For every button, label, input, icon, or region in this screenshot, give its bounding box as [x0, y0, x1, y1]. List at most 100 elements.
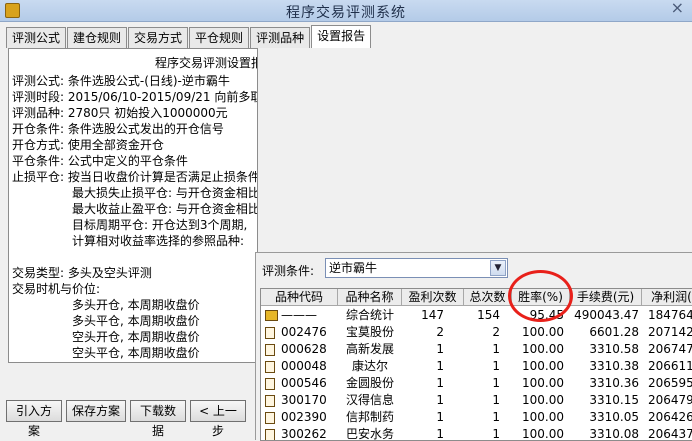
report-line: 平仓条件: 公式中定义的平仓条件 [12, 154, 188, 168]
document-icon [265, 327, 275, 339]
cell-wins: 1 [436, 359, 444, 373]
cell-rate: 100.00 [522, 376, 564, 390]
cell-profit: 1847644. [648, 308, 692, 322]
tab-open-rules[interactable]: 建仓规则 [67, 27, 128, 48]
cell-rate: 100.00 [522, 359, 564, 373]
cell-total: 1 [492, 342, 500, 356]
cell-profit: 207142 [648, 325, 692, 339]
condition-select[interactable]: 逆市霸牛 ▼ [325, 258, 508, 278]
cell-fee: 3310.08 [589, 427, 639, 441]
cell-fee: 3310.05 [589, 410, 639, 424]
cell-code: 000048 [281, 359, 327, 373]
table-row[interactable]: 000048 康达尔 1 1 100.00 3310.38 206611 [261, 358, 692, 375]
report-line: 评测时段: 2015/06/10-2015/09/21 向前多取100个数据用于… [12, 90, 257, 104]
col-name[interactable]: 品种名称 [338, 289, 402, 306]
save-plan-button[interactable]: 保存方案 [66, 400, 126, 422]
cell-code: 000546 [281, 376, 327, 390]
col-wins[interactable]: 盈利次数 [402, 289, 464, 306]
bottom-toolbar: 引入方案 保存方案 下载数据 < 上一步 [6, 400, 250, 438]
report-line: 评测品种: 2780只 初始投入1000000元 [12, 106, 228, 120]
cell-code: 002390 [281, 410, 327, 424]
cell-wins: 1 [436, 410, 444, 424]
close-icon[interactable]: × [671, 0, 684, 17]
cell-wins: 1 [436, 427, 444, 441]
tab-report[interactable]: 设置报告 [311, 25, 372, 48]
cell-profit: 206595 [648, 376, 692, 390]
report-line: 最大收益止盈平仓: 与开仓资金相比收益达到10%, 则全部数量平仓 [72, 202, 258, 216]
document-icon [265, 361, 275, 373]
cell-rate: 100.00 [522, 393, 564, 407]
col-code[interactable]: 品种代码 [261, 289, 338, 306]
cell-wins: 147 [421, 308, 444, 322]
cell-code: 002476 [281, 325, 327, 339]
report-line: 多头开仓, 本周期收盘价 [72, 298, 200, 312]
title-bar: 程序交易评测系统 × [0, 0, 692, 22]
report-line: 止损平仓: 按当日收盘价计算是否满足止损条件, 按本周期收盘价平仓 [12, 170, 258, 184]
cell-fee: 3310.15 [589, 393, 639, 407]
table-row[interactable]: 000546 金圆股份 1 1 100.00 3310.36 206595 [261, 375, 692, 392]
report-line: 开仓方式: 使用全部资金开仓 [12, 138, 164, 152]
cell-total: 1 [492, 393, 500, 407]
download-data-button[interactable]: 下载数据 [130, 400, 186, 438]
table-row[interactable]: 300170 汉得信息 1 1 100.00 3310.15 206479 [261, 392, 692, 409]
win-rate-highlight-circle [508, 270, 573, 322]
cell-code: 300262 [281, 427, 327, 441]
cell-fee: 3310.58 [589, 342, 639, 356]
col-fee[interactable]: 手续费(元) [570, 289, 642, 306]
cell-profit: 206611 [648, 359, 692, 373]
cell-wins: 1 [436, 376, 444, 390]
results-table: 品种代码 品种名称 盈利次数 总次数 胜率(%) 手续费(元) 净利润( ———… [260, 288, 692, 441]
cell-profit: 206479 [648, 393, 692, 407]
table-row-summary[interactable]: ——— 综合统计 147 154 95.45 490043.47 1847644… [261, 307, 692, 324]
table-row[interactable]: 300262 巴安水务 1 1 100.00 3310.08 206437 [261, 426, 692, 441]
report-line: 评测公式: 条件选股公式-(日线)-逆市霸牛 [12, 74, 230, 88]
cell-total: 1 [492, 410, 500, 424]
document-icon [265, 412, 275, 424]
import-plan-button[interactable]: 引入方案 [6, 400, 62, 438]
chevron-down-icon[interactable]: ▼ [490, 260, 506, 276]
cell-total: 1 [492, 427, 500, 441]
cell-name: 汉得信息 [345, 393, 394, 407]
report-line: 空头开仓, 本周期收盘价 [72, 330, 200, 344]
tab-bar: 评测公式 建仓规则 交易方式 平仓规则 评测品种 设置报告 [6, 25, 372, 48]
cell-wins: 1 [436, 393, 444, 407]
report-line: 空头平仓, 本周期收盘价 [72, 346, 200, 360]
report-line: 开仓条件: 条件选股公式发出的开仓信号 [12, 122, 224, 136]
tab-trade-mode[interactable]: 交易方式 [128, 27, 189, 48]
tab-formula[interactable]: 评测公式 [6, 27, 67, 48]
document-icon [265, 344, 275, 356]
table-row[interactable]: 002476 宝莫股份 2 2 100.00 6601.28 207142 [261, 324, 692, 341]
report-line: 最大损失止损平仓: 与开仓资金相比亏损达到3%, 则全部数量平仓 [72, 186, 258, 200]
cell-code: 300170 [281, 393, 327, 407]
cell-total: 2 [492, 325, 500, 339]
col-total[interactable]: 总次数 [464, 289, 512, 306]
report-line: 交易类型: 多头及空头评测 [12, 266, 152, 280]
cell-total: 1 [492, 359, 500, 373]
document-icon [265, 429, 275, 440]
document-icon [265, 378, 275, 390]
cell-name: 巴安水务 [345, 427, 394, 441]
cell-name: 金圆股份 [345, 376, 394, 390]
prev-step-button[interactable]: < 上一步 [190, 400, 246, 438]
table-row[interactable]: 002390 信邦制药 1 1 100.00 3310.05 206426 [261, 409, 692, 426]
report-line: 多头平仓, 本周期收盘价 [72, 314, 200, 328]
cell-wins: 2 [436, 325, 444, 339]
cell-profit: 206747 [648, 342, 692, 356]
cell-name: 康达尔 [351, 359, 388, 373]
folder-icon [265, 310, 278, 321]
cell-fee: 3310.38 [589, 359, 639, 373]
cell-total: 1 [492, 376, 500, 390]
table-row[interactable]: 000628 高新发展 1 1 100.00 3310.58 206747 [261, 341, 692, 358]
col-profit[interactable]: 净利润( [642, 289, 692, 306]
tab-instruments[interactable]: 评测品种 [250, 27, 311, 48]
cell-rate: 100.00 [522, 325, 564, 339]
cell-total: 154 [477, 308, 500, 322]
cell-fee: 3310.36 [589, 376, 639, 390]
cell-profit: 206437 [648, 427, 692, 441]
cell-name: 信邦制药 [345, 410, 394, 424]
report-line: 交易时机与价位: [12, 282, 101, 296]
report-line: 目标周期平仓: 开仓达到3个周期, [72, 218, 248, 232]
document-icon [265, 395, 275, 407]
cell-name: 高新发展 [345, 342, 394, 356]
tab-close-rules[interactable]: 平仓规则 [189, 27, 250, 48]
